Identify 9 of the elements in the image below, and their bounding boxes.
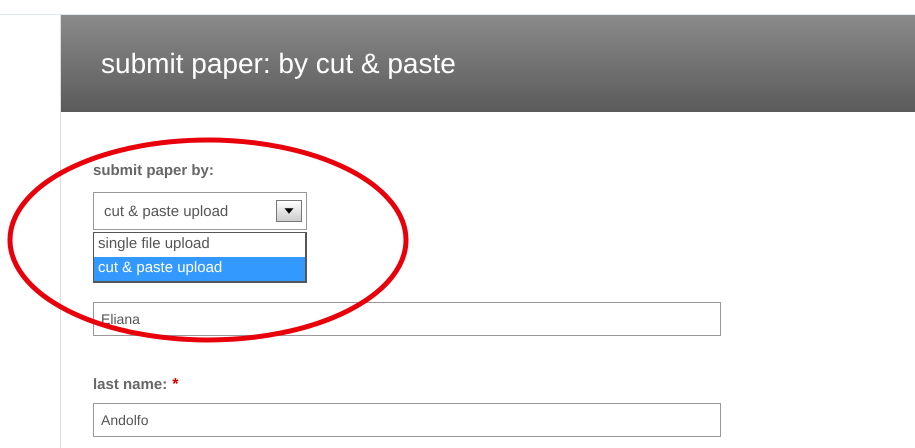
field-label: last name:	[93, 376, 168, 393]
input-field[interactable]: Andolfo	[93, 403, 721, 437]
required-marker: *	[172, 376, 178, 394]
input-field[interactable]: Eliana	[93, 302, 721, 336]
page-title: submit paper: by cut & paste	[101, 48, 456, 80]
field-label: submit paper by:	[93, 162, 214, 179]
caret-icon	[276, 200, 302, 222]
dropdown[interactable]: cut & paste upload	[93, 192, 307, 230]
dropdown-option[interactable]: single file upload	[94, 233, 305, 257]
